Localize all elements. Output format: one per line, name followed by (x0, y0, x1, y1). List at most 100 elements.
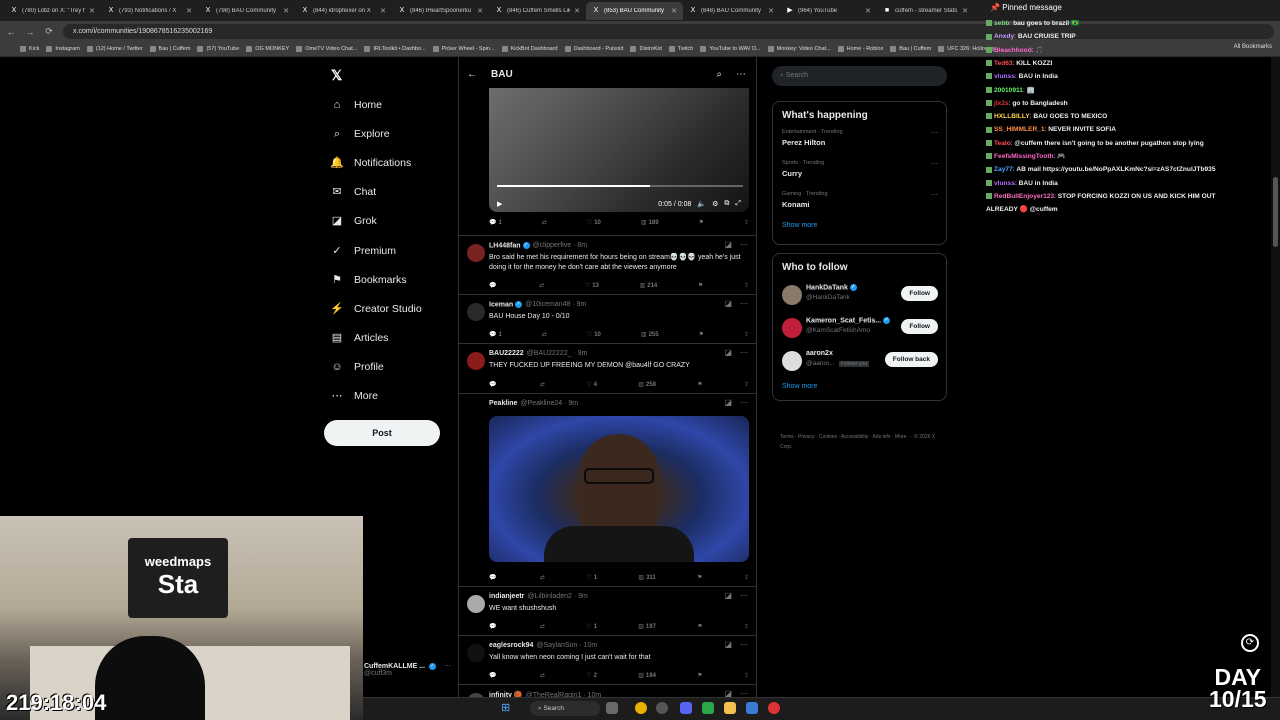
volume-icon[interactable]: 🔈 (697, 200, 706, 208)
chrome-icon[interactable] (768, 702, 780, 714)
repost-button[interactable]: ⇄ (540, 381, 545, 388)
tweet-author[interactable]: LH448fan (489, 242, 521, 249)
pip-icon[interactable]: ⧉ (724, 200, 729, 208)
close-icon[interactable]: ✕ (962, 7, 968, 15)
browser-tab[interactable]: X (846) Cuffem Smells Lik ✕ (489, 2, 586, 20)
nav-item-creator-studio[interactable]: ⚡ Creator Studio (330, 302, 422, 316)
avatar[interactable] (467, 402, 485, 420)
avatar[interactable] (782, 318, 802, 338)
avatar[interactable] (782, 351, 802, 371)
close-icon[interactable]: ✕ (865, 7, 871, 15)
bookmark-item[interactable]: Kick (20, 46, 39, 52)
bookmark-button[interactable]: ⚑ (697, 623, 702, 630)
chat-username[interactable]: sebb (994, 20, 1009, 27)
tweet-author[interactable]: Peakline (489, 400, 517, 407)
avatar[interactable] (467, 244, 485, 262)
like-button[interactable]: ♡ 1 (586, 574, 597, 582)
grok-icon[interactable]: ◪ (724, 591, 732, 600)
repost-button[interactable]: ⇄ (542, 331, 547, 338)
footer-links[interactable]: Terms · Privacy · Cookies · Accessibilit… (780, 432, 940, 452)
views-button[interactable]: ▥ 214 (640, 282, 658, 290)
trend-item[interactable]: Entertainment · Trending Perez Hilton ⋯ (773, 129, 946, 160)
share-button[interactable]: ⇪ (744, 219, 749, 226)
more-icon[interactable]: ⋯ (736, 69, 746, 80)
nav-item-home[interactable]: ⌂ Home (330, 98, 382, 112)
settings-icon[interactable]: ⚙ (712, 200, 718, 208)
browser-tab[interactable]: X (780) Lilbz on X: "Trey h ✕ (4, 2, 101, 20)
close-icon[interactable]: ✕ (477, 7, 483, 15)
browser-tab[interactable]: X (853) BAU Community ✕ (586, 1, 683, 20)
bookmark-item[interactable]: DistroKid (630, 46, 662, 52)
reply-button[interactable]: 💬 (489, 282, 498, 289)
like-button[interactable]: ♡ 2 (586, 672, 597, 680)
nav-item-articles[interactable]: ▤ Articles (330, 331, 389, 345)
browser-tab[interactable]: ■ cuffem - streamer Stats ✕ (877, 2, 974, 20)
video-player[interactable]: ▶ 0:05 / 0:08 🔈 ⚙ ⧉ ⤢ (489, 88, 749, 212)
chat-username[interactable]: Ted63 (994, 60, 1013, 67)
tweet[interactable]: LH448fan ✓ @clipperfive · 8m ◪ ⋯ Bro said he … (459, 235, 756, 294)
chat-username[interactable]: jlx2s (994, 100, 1009, 107)
bookmark-item[interactable]: OmeTV Video Chat... (296, 46, 357, 52)
bookmark-item[interactable]: (57) YouTube (197, 46, 239, 52)
bookmark-button[interactable]: ⚑ (698, 282, 703, 289)
close-icon[interactable]: ✕ (186, 7, 192, 15)
follow-button[interactable]: Follow (901, 319, 938, 334)
browser-tab[interactable]: X (844) idropfeixer on X ✕ (295, 2, 392, 20)
x-logo-icon[interactable]: 𝕏 (331, 67, 342, 84)
browser-tab[interactable]: X (798) BAU Community ✕ (198, 2, 295, 20)
grok-icon[interactable]: ◪ (724, 299, 732, 308)
more-icon[interactable]: ⋯ (444, 663, 451, 670)
reply-button[interactable]: 💬 1 (489, 331, 502, 339)
chat-username[interactable]: RedBullEnjoyer123 (994, 193, 1054, 200)
tweet-author[interactable]: Iceman (489, 301, 513, 308)
tweet-author[interactable]: eaglesrock94 (489, 642, 533, 649)
repost-button[interactable]: ⇄ (539, 282, 544, 289)
play-icon[interactable]: ▶ (497, 200, 502, 208)
chat-username[interactable]: Tealo (994, 140, 1011, 147)
back-icon[interactable]: ← (6, 27, 16, 37)
like-button[interactable]: ♡ 10 (587, 331, 601, 339)
avatar[interactable] (782, 285, 802, 305)
close-icon[interactable]: ✕ (574, 7, 580, 15)
bookmark-item[interactable]: OG MONKEY (246, 46, 289, 52)
bookmark-item[interactable]: Monkey: Video Chat... (767, 46, 831, 52)
more-icon[interactable]: ⋯ (740, 348, 748, 357)
follow-button[interactable]: Follow back (884, 352, 938, 367)
avatar[interactable] (467, 644, 485, 662)
more-icon[interactable]: ⋯ (740, 398, 748, 407)
tweet-image[interactable] (489, 416, 749, 562)
views-button[interactable]: ▥ 258 (638, 381, 656, 389)
nav-item-profile[interactable]: ☺ Profile (330, 360, 383, 374)
share-button[interactable]: ⇪ (744, 331, 749, 338)
trend-item[interactable]: Gaming · Trending Konami ⋯ (773, 191, 946, 222)
bookmark-item[interactable]: YouTube to WAV D... (700, 46, 761, 52)
tweet[interactable]: eaglesrock94 @SaylanSon · 10m ◪ ⋯ Yall know … (459, 635, 756, 684)
chat-username[interactable]: Bleachhood (994, 47, 1032, 54)
more-icon[interactable]: ⋯ (740, 591, 748, 600)
share-button[interactable]: ⇪ (744, 282, 749, 289)
tweet-author[interactable]: indianjeetr (489, 593, 524, 600)
bookmark-item[interactable]: IRLToolkit • Dashbo... (364, 46, 426, 52)
tweet[interactable]: BAU22222 @BAU22222_ · 9m ◪ ⋯ THEY FUCKED UP … (459, 343, 756, 393)
grok-icon[interactable]: ◪ (724, 240, 732, 249)
more-icon[interactable]: ⋯ (740, 240, 748, 249)
like-button[interactable]: ♡ 4 (586, 381, 597, 389)
reply-button[interactable]: 💬 (489, 574, 498, 581)
like-button[interactable]: ♡ 10 (587, 219, 601, 227)
repost-button[interactable]: ⇄ (540, 623, 545, 630)
show-more-link[interactable]: Show more (773, 383, 946, 390)
close-icon[interactable]: ✕ (380, 7, 386, 15)
bookmark-button[interactable]: ⚑ (699, 219, 704, 226)
back-arrow-icon[interactable]: ← (467, 69, 477, 80)
bookmark-item[interactable]: Instagram (46, 46, 80, 52)
more-icon[interactable]: ⋯ (931, 129, 938, 137)
like-button[interactable]: ♡ 1 (586, 623, 597, 631)
app-icon[interactable] (656, 702, 668, 714)
close-icon[interactable]: ✕ (671, 7, 677, 15)
bookmark-item[interactable]: Dashboard - Pulsoid (564, 46, 623, 52)
search-input[interactable]: ⌕ Search (772, 66, 947, 86)
follow-suggestion[interactable]: HankDaTank ✓ @HankDaTank Follow (773, 281, 946, 314)
grok-icon[interactable]: ◪ (724, 640, 732, 649)
task-view-icon[interactable] (606, 702, 618, 714)
grok-icon[interactable]: ◪ (724, 348, 732, 357)
